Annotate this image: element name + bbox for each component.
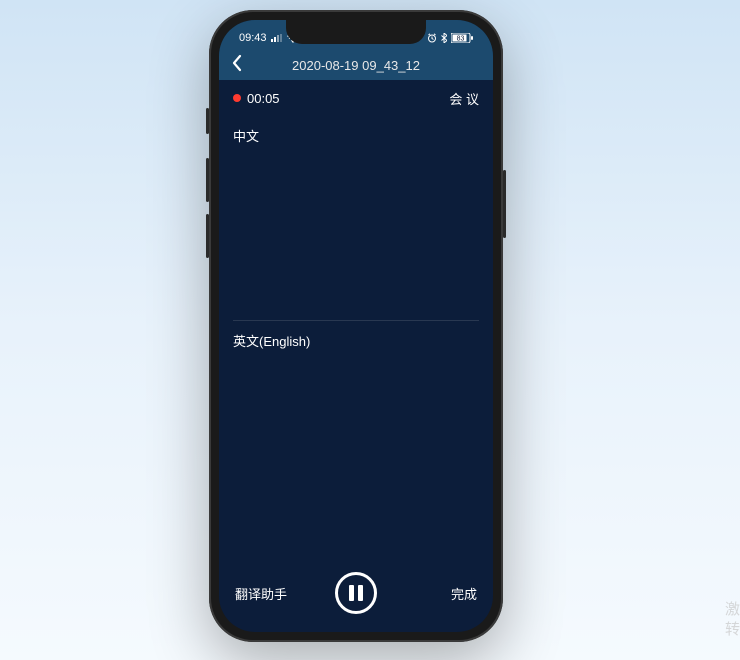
status-right: 83	[427, 33, 473, 43]
watermark-line2: 转	[725, 621, 740, 638]
record-indicator-icon	[233, 94, 241, 102]
phone-notch	[286, 20, 426, 44]
recording-elapsed: 00:05	[247, 91, 280, 106]
activation-watermark: 激 转	[725, 600, 740, 640]
bluetooth-icon	[441, 33, 447, 43]
phone-frame: 09:43 83	[209, 10, 503, 642]
pause-icon	[349, 585, 363, 601]
power-button	[503, 170, 506, 238]
recording-type-button[interactable]: 会 议	[449, 89, 479, 108]
signal-icon	[271, 34, 283, 42]
svg-text:83: 83	[457, 36, 465, 43]
alarm-icon	[427, 33, 437, 43]
title-bar: 2020-08-19 09_43_12	[219, 50, 493, 80]
mute-switch	[206, 108, 209, 134]
translate-assistant-button[interactable]: 翻译助手	[235, 584, 287, 603]
target-language-label: 英文(English)	[233, 334, 310, 349]
volume-up-button	[206, 158, 209, 202]
source-language-label: 中文	[233, 129, 259, 144]
status-time: 09:43	[239, 32, 267, 44]
volume-down-button	[206, 214, 209, 258]
finish-button[interactable]: 完成	[451, 584, 477, 603]
pause-button[interactable]	[335, 572, 377, 614]
page-title: 2020-08-19 09_43_12	[292, 58, 420, 73]
source-language-section: 中文	[233, 116, 479, 321]
recording-status: 00:05	[233, 91, 280, 106]
phone-screen: 09:43 83	[219, 20, 493, 632]
watermark-line1: 激	[725, 601, 740, 618]
bottom-toolbar: 翻译助手 完成	[219, 564, 493, 632]
battery-icon: 83	[451, 33, 473, 43]
target-language-section: 英文(English)	[219, 321, 493, 356]
back-button[interactable]	[231, 54, 242, 77]
recording-status-row: 00:05 会 议	[219, 80, 493, 116]
